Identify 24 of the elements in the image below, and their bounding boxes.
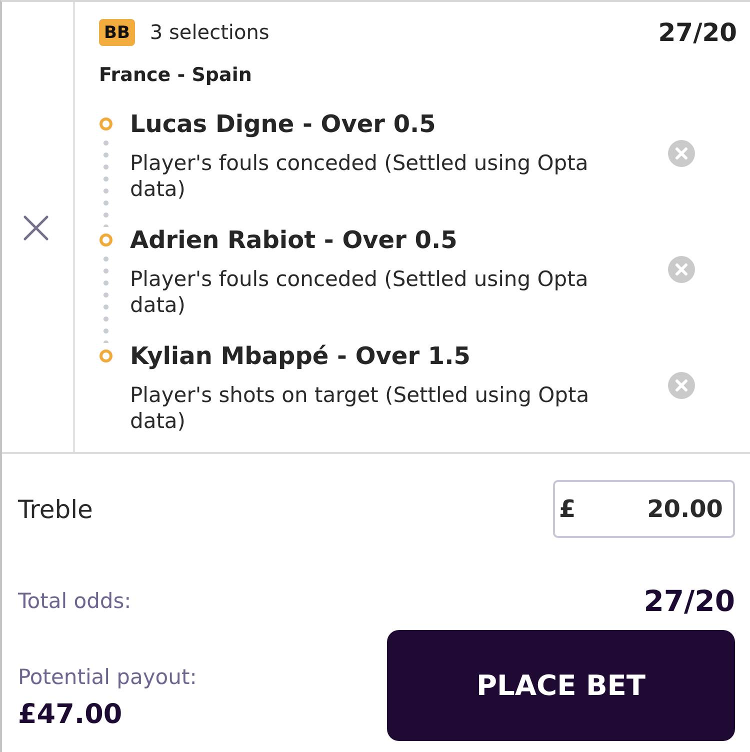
selection-market: Player's fouls conceded (Settled using Opta data)	[130, 266, 590, 318]
combined-odds: 27/20	[658, 18, 737, 46]
remove-icon[interactable]	[668, 256, 694, 283]
selection-market: Player's shots on target (Settled using Opta data)	[130, 382, 590, 434]
remove-icon[interactable]	[668, 372, 694, 399]
bet-type-label: Treble	[18, 494, 93, 524]
selection-market: Player's fouls conceded (Settled using Opta data)	[130, 150, 590, 202]
stake-field[interactable]: £ 20.00	[553, 480, 735, 538]
selection-title: Kylian Mbappé - Over 1.5	[130, 341, 472, 372]
remove-icon[interactable]	[668, 140, 694, 167]
selection-title: Adrien Rabiot - Over 0.5	[130, 225, 458, 256]
selection-marker-icon	[99, 117, 113, 131]
selection-title: Lucas Digne - Over 0.5	[130, 109, 437, 140]
close-icon[interactable]	[22, 215, 48, 241]
bet-builder-badge: BB	[99, 18, 135, 46]
place-bet-button[interactable]: PLACE BET	[387, 630, 735, 741]
event-name: France - Spain	[99, 63, 253, 87]
total-odds-value: 27/20	[644, 584, 735, 618]
total-odds-label: Total odds:	[18, 588, 132, 614]
selection-count: 3 selections	[150, 20, 270, 44]
selection-marker-icon	[99, 233, 113, 247]
payout-label: Potential payout:	[18, 664, 197, 690]
payout-value: £47.00	[18, 698, 124, 732]
selection-marker-icon	[99, 349, 113, 363]
